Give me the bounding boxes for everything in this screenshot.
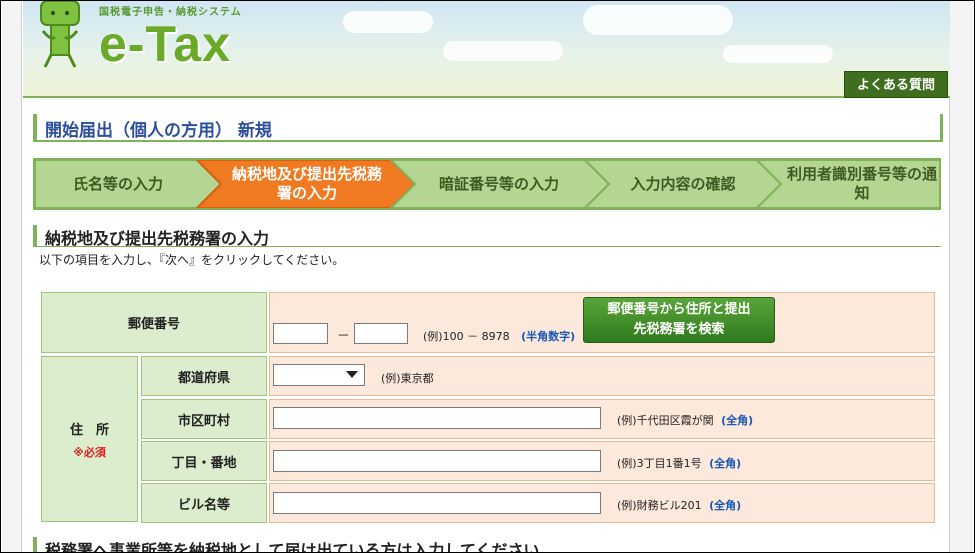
step-4: 入力内容の確認 <box>630 174 736 193</box>
street-label: 丁目・番地 <box>141 441 267 481</box>
cloud-decoration <box>723 45 833 63</box>
left-margin <box>2 1 22 552</box>
section-heading: 納税地及び提出先税務署の入力 <box>45 229 270 248</box>
postal-code-label: 郵便番号 <box>41 292 267 353</box>
chevron-down-icon <box>346 371 358 378</box>
building-example: (例)財務ビル201 (全角) <box>617 497 741 513</box>
cloud-decoration <box>343 11 433 33</box>
prefecture-cell <box>269 356 935 396</box>
city-input[interactable] <box>273 407 601 429</box>
required-mark: ※必須 <box>73 445 106 459</box>
step-2-current: 納税地及び提出先税務署の入力 <box>231 165 382 202</box>
city-label: 市区町村 <box>141 399 267 439</box>
page-title-bar: 開始届出（個人の方用） 新規 <box>33 114 943 142</box>
postal-example-text: (例)100 － 8978 <box>423 330 510 343</box>
postal-example: (例)100 － 8978 (半角数字) <box>423 328 575 344</box>
etax-mascot-icon <box>40 1 80 68</box>
postal-dash: － <box>337 329 351 344</box>
city-example-text: (例)千代田区霞が関 <box>617 414 714 427</box>
address-label: 住 所 <box>69 422 109 438</box>
step-3: 暗証番号等の入力 <box>438 174 559 193</box>
street-input[interactable] <box>273 450 601 472</box>
step-5: 利用者識別番号等の通知 <box>787 165 938 202</box>
prefecture-label: 都道府県 <box>141 356 267 396</box>
building-input[interactable] <box>273 492 601 514</box>
postal-code-second-input[interactable] <box>354 323 408 344</box>
site-header: 国税電子申告・納税システム e-Tax よくある質問 <box>23 1 950 98</box>
progress-steps: 氏名等の入力 納税地及び提出先税務署の入力 暗証番号等の入力 入力内容の確認 利… <box>33 158 941 210</box>
faq-button[interactable]: よくある質問 <box>844 71 948 98</box>
street-hint: (全角) <box>709 457 742 470</box>
building-hint: (全角) <box>709 499 742 512</box>
city-hint: (全角) <box>721 414 754 427</box>
building-example-text: (例)財務ビル201 <box>617 499 702 512</box>
right-margin <box>949 1 973 552</box>
street-example-text: (例)3丁目1番1号 <box>617 457 702 470</box>
cloud-decoration <box>443 41 563 61</box>
prefecture-example: (例)東京都 <box>381 372 434 385</box>
instruction-text: 以下の項目を入力し、『次へ』をクリックしてください。 <box>39 253 345 267</box>
business-address-heading-bar: 税務署へ事業所等を納税地として届け出ている方は入力してください。 <box>33 537 941 553</box>
page-title: 開始届出（個人の方用） 新規 <box>45 121 272 141</box>
browser-frame: 国税電子申告・納税システム e-Tax よくある質問 開始届出（個人の方用） 新… <box>0 0 975 553</box>
section-heading-bar: 納税地及び提出先税務署の入力 <box>33 225 941 248</box>
step-1: 氏名等の入力 <box>72 174 163 193</box>
building-label: ビル名等 <box>141 483 267 523</box>
page-content: 国税電子申告・納税システム e-Tax よくある質問 開始届出（個人の方用） 新… <box>23 1 950 553</box>
street-example: (例)3丁目1番1号 (全角) <box>617 455 741 471</box>
prefecture-select[interactable] <box>273 364 365 386</box>
postal-hint: (半角数字) <box>521 330 576 343</box>
title-right-rule <box>940 114 943 142</box>
city-example: (例)千代田区霞が関 (全角) <box>617 412 753 428</box>
address-label-cell: 住 所 ※必須 <box>41 356 138 522</box>
cloud-decoration <box>583 5 733 35</box>
business-address-heading: 税務署へ事業所等を納税地として届け出ている方は入力してください。 <box>45 541 556 553</box>
address-search-button[interactable]: 郵便番号から住所と提出先税務署を検索 <box>583 297 775 343</box>
postal-code-first-input[interactable] <box>273 323 328 344</box>
etax-logo[interactable]: e-Tax <box>99 15 231 73</box>
address-search-label: 郵便番号から住所と提出先税務署を検索 <box>607 302 751 337</box>
